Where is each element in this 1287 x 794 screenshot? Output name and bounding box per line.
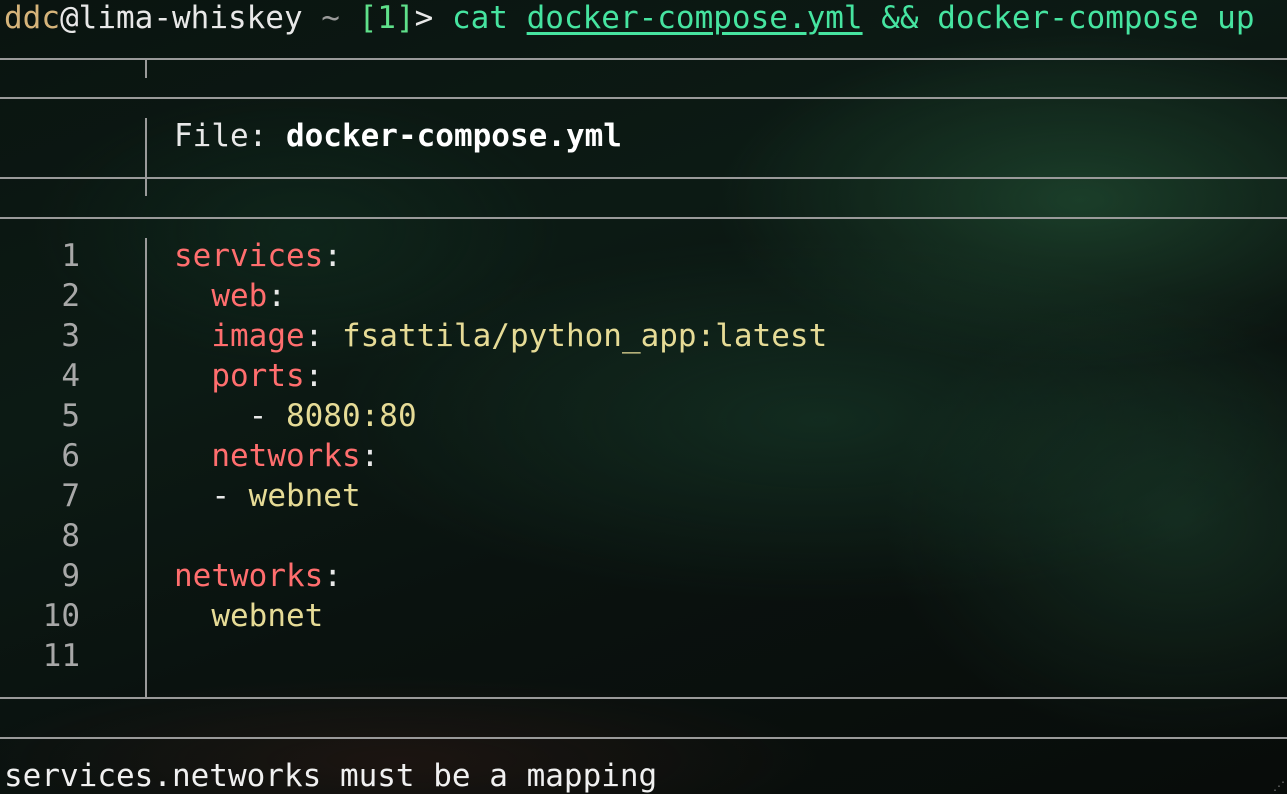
code-line: web: [174,276,286,316]
error-message: services.networks must be a mapping [4,758,658,794]
prompt-cwd: ~ [302,0,359,36]
line-number: 6 [61,438,80,474]
code-line: - webnet [174,476,361,516]
frame-bottom-rule [0,737,1287,739]
yaml-punct: : [304,318,342,354]
frame-top-gutter [145,60,147,78]
yaml-value: webnet [211,598,324,634]
code-top-rule [0,217,1287,219]
line-number: 8 [61,518,80,554]
frame-top-rule [0,58,1287,60]
resize-grip-icon: ⋰ [1273,779,1285,793]
code-gutter [145,238,147,698]
line-number: 11 [42,638,80,674]
file-header: File: docker-compose.yml [174,116,622,156]
yaml-punct: : [267,278,286,314]
yaml-value: webnet [248,478,361,514]
command-cat[interactable]: cat [452,0,527,36]
line-number: 2 [61,278,80,314]
yaml-key: image [211,318,305,354]
shell-prompt: ddc@lima-whiskey ~ [1]> cat docker-compo… [4,0,1255,38]
yaml-value: 8080:80 [285,398,417,434]
command-rest[interactable]: && docker-compose up [863,0,1254,36]
header-gutter [145,118,147,196]
yaml-punct: : [304,358,324,394]
code-line: services: [174,236,342,276]
line-number: 1 [61,238,80,274]
prompt-job-indicator: [1] [358,0,415,36]
prompt-arrow: > [414,0,452,36]
code-line: ports: [174,356,323,396]
yaml-value: fsattila/python_app:latest [341,318,828,354]
yaml-key: web [211,278,268,314]
yaml-punct: : [360,438,380,474]
yaml-key: networks [174,558,324,594]
line-number: 10 [42,598,80,634]
code-line: networks: [174,556,342,596]
code-line: networks: [174,436,379,476]
line-number: 4 [61,358,80,394]
line-number: 5 [61,398,80,434]
yaml-key: ports [211,358,305,394]
yaml-punct: - [211,478,249,514]
yaml-punct: - [248,398,286,434]
yaml-punct: : [323,558,342,594]
prompt-user: ddc [4,0,60,36]
prompt-host: lima-whiskey [78,0,303,36]
line-number: 9 [61,558,80,594]
code-bottom-rule [0,697,1287,699]
code-line: - 8080:80 [174,396,417,436]
line-number: 3 [61,318,80,354]
yaml-key: services [174,238,324,274]
header-top-rule [0,97,1287,99]
yaml-punct: : [323,238,342,274]
header-bottom-rule [0,177,1287,179]
prompt-at: @ [60,0,79,36]
line-number: 7 [61,478,80,514]
code-line: webnet [174,596,323,636]
file-name: docker-compose.yml [285,118,622,154]
command-file-argument[interactable]: docker-compose.yml [527,0,863,36]
yaml-key: networks [211,438,361,474]
file-label: File: [174,118,286,154]
code-line: image: fsattila/python_app:latest [174,316,827,356]
